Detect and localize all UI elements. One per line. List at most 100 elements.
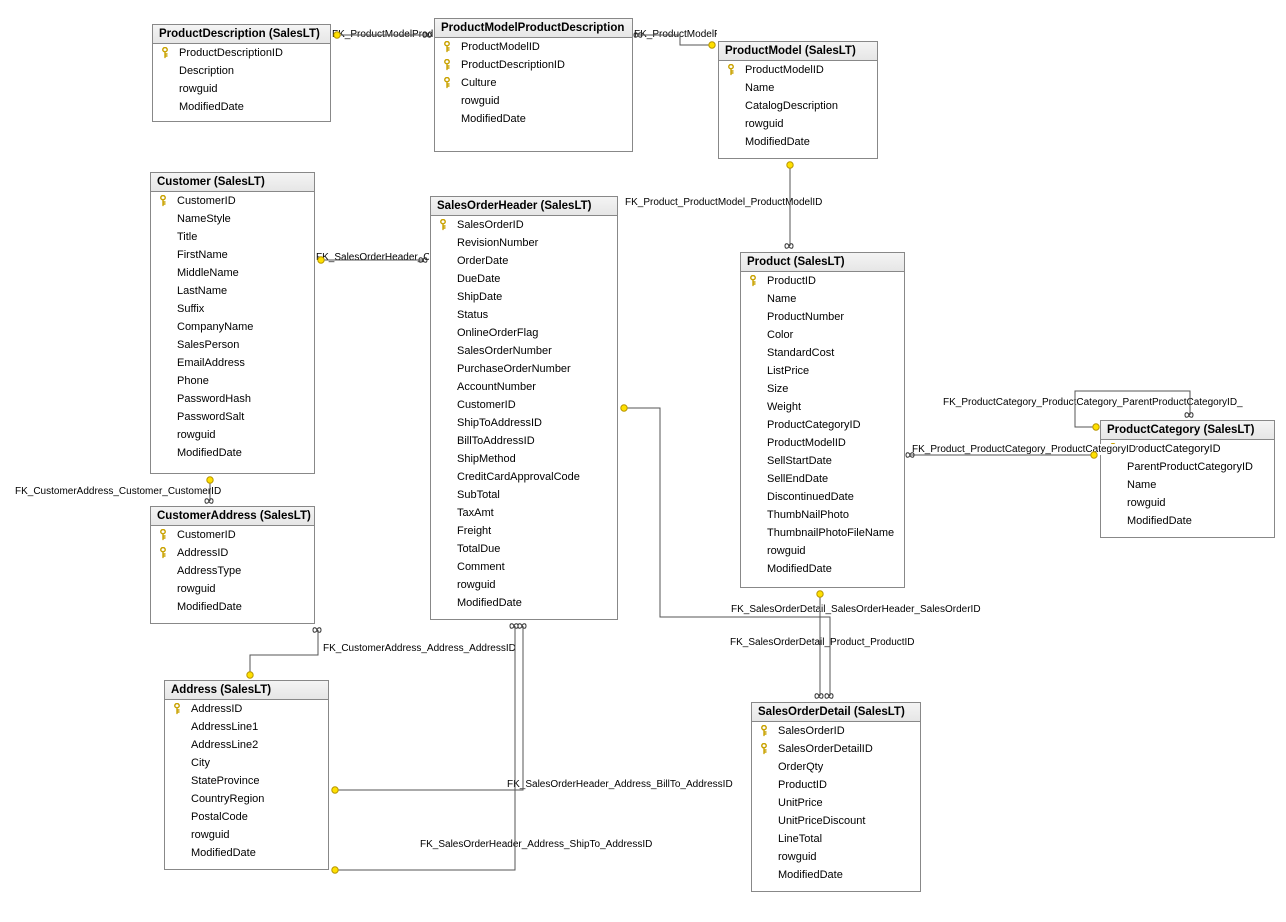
column-row[interactable]: Culture [435, 74, 632, 92]
column-row[interactable]: OnlineOrderFlag [431, 324, 617, 342]
column-row[interactable]: Phone [151, 372, 314, 390]
relationship-line[interactable] [335, 626, 523, 790]
column-row[interactable]: Title [151, 228, 314, 246]
column-row[interactable]: CountryRegion [165, 790, 328, 808]
column-row[interactable]: SellEndDate [741, 470, 904, 488]
column-row[interactable]: AddressLine2 [165, 736, 328, 754]
column-row[interactable]: rowguid [1101, 494, 1274, 512]
column-row[interactable]: Name [741, 290, 904, 308]
column-row[interactable]: ModifiedDate [752, 866, 920, 884]
column-row[interactable]: Suffix [151, 300, 314, 318]
column-row[interactable]: ModifiedDate [165, 844, 328, 862]
table-productModel[interactable]: ProductModel (SalesLT)ProductModelIDName… [718, 41, 878, 159]
column-row[interactable]: CreditCardApprovalCode [431, 468, 617, 486]
column-row[interactable]: FirstName [151, 246, 314, 264]
column-row[interactable]: Freight [431, 522, 617, 540]
column-row[interactable]: LineTotal [752, 830, 920, 848]
table-header[interactable]: CustomerAddress (SalesLT) [151, 507, 314, 526]
table-productDescription[interactable]: ProductDescription (SalesLT)ProductDescr… [152, 24, 331, 122]
column-row[interactable]: SalesPerson [151, 336, 314, 354]
table-header[interactable]: ProductModel (SalesLT) [719, 42, 877, 61]
table-body[interactable]: SalesOrderIDRevisionNumberOrderDateDueDa… [431, 216, 617, 619]
column-row[interactable]: CustomerID [151, 192, 314, 210]
column-row[interactable]: Weight [741, 398, 904, 416]
column-row[interactable]: PurchaseOrderNumber [431, 360, 617, 378]
column-row[interactable]: Status [431, 306, 617, 324]
column-row[interactable]: ModifiedDate [431, 594, 617, 612]
relationship-line[interactable] [639, 35, 712, 45]
column-row[interactable]: SellStartDate [741, 452, 904, 470]
table-header[interactable]: SalesOrderHeader (SalesLT) [431, 197, 617, 216]
column-row[interactable]: rowguid [719, 115, 877, 133]
column-row[interactable]: ProductDescriptionID [435, 56, 632, 74]
table-header[interactable]: ProductDescription (SalesLT) [153, 25, 330, 44]
column-row[interactable]: ProductID [741, 272, 904, 290]
relationship-line[interactable] [335, 626, 515, 870]
column-row[interactable]: rowguid [435, 92, 632, 110]
column-row[interactable]: CatalogDescription [719, 97, 877, 115]
column-row[interactable]: OrderQty [752, 758, 920, 776]
column-row[interactable]: UnitPrice [752, 794, 920, 812]
column-row[interactable]: ShipDate [431, 288, 617, 306]
column-row[interactable]: SalesOrderNumber [431, 342, 617, 360]
column-row[interactable]: ProductNumber [741, 308, 904, 326]
column-row[interactable]: Size [741, 380, 904, 398]
column-row[interactable]: EmailAddress [151, 354, 314, 372]
table-customer[interactable]: Customer (SalesLT)CustomerIDNameStyleTit… [150, 172, 315, 474]
column-row[interactable]: Color [741, 326, 904, 344]
table-address[interactable]: Address (SalesLT)AddressIDAddressLine1Ad… [164, 680, 329, 870]
column-row[interactable]: ProductDescriptionID [153, 44, 330, 62]
column-row[interactable]: AddressID [165, 700, 328, 718]
column-row[interactable]: Name [719, 79, 877, 97]
column-row[interactable]: RevisionNumber [431, 234, 617, 252]
column-row[interactable]: ListPrice [741, 362, 904, 380]
column-row[interactable]: TaxAmt [431, 504, 617, 522]
table-header[interactable]: Customer (SalesLT) [151, 173, 314, 192]
column-row[interactable]: rowguid [153, 80, 330, 98]
column-row[interactable]: CompanyName [151, 318, 314, 336]
column-row[interactable]: LastName [151, 282, 314, 300]
table-pmpd[interactable]: ProductModelProductDescriptionProductMod… [434, 18, 633, 152]
table-body[interactable]: ProductIDNameProductNumberColorStandardC… [741, 272, 904, 587]
column-row[interactable]: ProductModelID [719, 61, 877, 79]
column-row[interactable]: ModifiedDate [435, 110, 632, 128]
column-row[interactable]: Name [1101, 476, 1274, 494]
table-header[interactable]: Address (SalesLT) [165, 681, 328, 700]
column-row[interactable]: ParentProductCategoryID [1101, 458, 1274, 476]
column-row[interactable]: Comment [431, 558, 617, 576]
column-row[interactable]: ShipMethod [431, 450, 617, 468]
column-row[interactable]: Description [153, 62, 330, 80]
table-productCategory[interactable]: ProductCategory (SalesLT)ProductCategory… [1100, 420, 1275, 538]
column-row[interactable]: ThumbnailPhotoFileName [741, 524, 904, 542]
column-row[interactable]: ModifiedDate [1101, 512, 1274, 530]
column-row[interactable]: MiddleName [151, 264, 314, 282]
column-row[interactable]: rowguid [151, 426, 314, 444]
column-row[interactable]: CustomerID [151, 526, 314, 544]
column-row[interactable]: ProductCategoryID [741, 416, 904, 434]
column-row[interactable]: ShipToAddressID [431, 414, 617, 432]
column-row[interactable]: DiscontinuedDate [741, 488, 904, 506]
column-row[interactable]: TotalDue [431, 540, 617, 558]
table-product[interactable]: Product (SalesLT)ProductIDNameProductNum… [740, 252, 905, 588]
column-row[interactable]: rowguid [741, 542, 904, 560]
column-row[interactable]: ThumbNailPhoto [741, 506, 904, 524]
column-row[interactable]: StateProvince [165, 772, 328, 790]
column-row[interactable]: ProductModelID [435, 38, 632, 56]
column-row[interactable]: SubTotal [431, 486, 617, 504]
column-row[interactable]: SalesOrderID [431, 216, 617, 234]
column-row[interactable]: ModifiedDate [153, 98, 330, 116]
column-row[interactable]: ProductID [752, 776, 920, 794]
column-row[interactable]: DueDate [431, 270, 617, 288]
column-row[interactable]: PasswordHash [151, 390, 314, 408]
column-row[interactable]: PasswordSalt [151, 408, 314, 426]
column-row[interactable]: AddressType [151, 562, 314, 580]
column-row[interactable]: ModifiedDate [151, 444, 314, 462]
column-row[interactable]: CustomerID [431, 396, 617, 414]
column-row[interactable]: AddressID [151, 544, 314, 562]
column-row[interactable]: StandardCost [741, 344, 904, 362]
table-salesOrderDetail[interactable]: SalesOrderDetail (SalesLT)SalesOrderIDSa… [751, 702, 921, 892]
relationship-line[interactable] [250, 630, 318, 675]
table-header[interactable]: Product (SalesLT) [741, 253, 904, 272]
column-row[interactable]: AddressLine1 [165, 718, 328, 736]
column-row[interactable]: NameStyle [151, 210, 314, 228]
